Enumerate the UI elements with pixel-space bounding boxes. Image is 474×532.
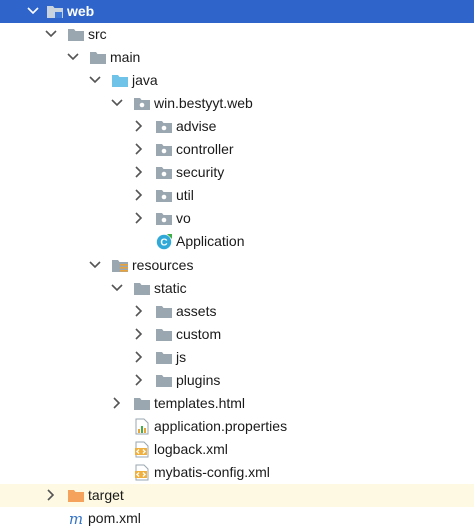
project-tree: web src main java win.bestyyt.web advise… [0,0,474,532]
chevron-down-icon[interactable] [88,72,102,88]
chevron-down-icon[interactable] [88,257,102,273]
folder-icon [155,372,173,389]
tree-item-label: pom.xml [88,510,141,526]
excluded-folder-icon [67,487,85,504]
tree-item-security[interactable]: security [0,161,474,184]
xml-file-icon [133,441,151,458]
tree-item-plugins[interactable]: plugins [0,369,474,392]
tree-item-label: application.properties [154,418,288,434]
tree-item-label: static [154,280,187,296]
chevron-right-icon[interactable] [44,487,58,503]
package-icon [155,210,173,227]
chevron-right-icon[interactable] [132,372,146,388]
tree-item-util[interactable]: util [0,184,474,207]
chevron-right-icon[interactable] [132,118,146,134]
package-icon [155,164,173,181]
folder-icon [89,49,107,66]
tree-item-label: js [176,349,187,365]
tree-item-static[interactable]: static [0,277,474,300]
tree-item-label: templates.html [154,395,246,411]
tree-item-web[interactable]: web [0,0,474,23]
tree-item-label: Application [176,233,245,249]
package-icon [155,118,173,135]
chevron-down-icon[interactable] [26,3,40,19]
tree-item-label: custom [176,326,222,342]
chevron-right-icon[interactable] [132,187,146,203]
maven-badge-text: m [69,510,83,527]
chevron-right-icon[interactable] [110,395,124,411]
tree-item-label: java [132,72,158,88]
tree-item-js[interactable]: js [0,346,474,369]
folder-icon [67,26,85,43]
tree-item-logback[interactable]: logback.xml [0,438,474,461]
tree-item-resources[interactable]: resources [0,254,474,277]
tree-item-label: controller [176,141,234,157]
xml-file-icon [133,464,151,481]
tree-item-assets[interactable]: assets [0,300,474,323]
folder-icon [155,349,173,366]
tree-item-label: security [176,164,225,180]
chevron-down-icon[interactable] [110,95,124,111]
package-icon [155,141,173,158]
tree-item-label: vo [176,210,191,226]
tree-item-java[interactable]: java [0,69,474,92]
chevron-right-icon[interactable] [132,303,146,319]
tree-item-main[interactable]: main [0,46,474,69]
tree-item-pom[interactable]: m pom.xml [0,507,474,530]
chevron-down-icon[interactable] [44,26,58,42]
tree-item-advise[interactable]: advise [0,115,474,138]
tree-item-package[interactable]: win.bestyyt.web [0,92,474,115]
tree-item-label: plugins [176,372,221,388]
tree-item-templates[interactable]: templates.html [0,392,474,415]
tree-item-mybatis-config[interactable]: mybatis-config.xml [0,461,474,484]
tree-item-label: util [176,187,194,203]
tree-item-controller[interactable]: controller [0,138,474,161]
chevron-down-icon[interactable] [110,280,124,296]
chevron-right-icon[interactable] [132,349,146,365]
folder-icon [133,280,151,297]
chevron-right-icon[interactable] [132,164,146,180]
tree-item-application-properties[interactable]: application.properties [0,415,474,438]
tree-item-label: main [110,49,141,65]
chevron-right-icon[interactable] [132,326,146,342]
tree-item-label: target [88,487,124,503]
tree-item-label: logback.xml [154,441,228,457]
tree-item-target[interactable]: target [0,484,474,507]
package-icon [155,187,173,204]
folder-icon [133,395,151,412]
resources-folder-icon [111,257,129,274]
tree-item-label: win.bestyyt.web [154,95,253,111]
chevron-right-icon[interactable] [132,210,146,226]
package-icon [133,95,151,112]
folder-icon [155,303,173,320]
maven-icon: m [67,510,85,527]
tree-item-custom[interactable]: custom [0,323,474,346]
class-badge-text: C [160,238,167,249]
tree-item-vo[interactable]: vo [0,207,474,230]
tree-item-label: assets [176,303,217,319]
tree-item-label: resources [132,257,194,273]
tree-item-label: mybatis-config.xml [154,464,270,480]
tree-item-label: advise [176,118,217,134]
module-folder-icon [46,3,64,20]
tree-item-label: src [88,26,107,42]
properties-file-icon [133,418,151,435]
java-class-icon: C [155,233,173,250]
chevron-right-icon[interactable] [132,141,146,157]
tree-item-label: web [67,3,95,19]
source-folder-icon [111,72,129,89]
chevron-down-icon[interactable] [66,49,80,65]
tree-item-src[interactable]: src [0,23,474,46]
folder-icon [155,326,173,343]
tree-item-application-class[interactable]: C Application [0,230,474,253]
